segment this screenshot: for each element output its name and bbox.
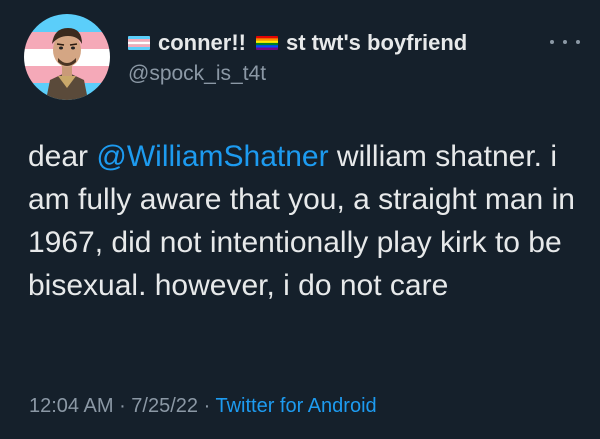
avatar[interactable] (24, 14, 110, 100)
tweet-header: conner!! st twt's boyfriend @spock_is_t4… (128, 28, 548, 88)
transgender-flag-icon (128, 36, 150, 50)
tweet-meta: 12:04 AM · 7/25/22 · Twitter for Android (29, 395, 377, 418)
display-name-suffix: st twt's boyfriend (286, 30, 468, 55)
name-row[interactable]: conner!! st twt's boyfriend (128, 28, 548, 58)
user-handle[interactable]: @spock_is_t4t (128, 60, 548, 88)
more-dot (576, 40, 580, 44)
more-dot (563, 40, 567, 44)
tweet-text-start: dear (28, 140, 97, 173)
tweet-source-link[interactable]: Twitter for Android (215, 395, 376, 417)
tweet-card: conner!! st twt's boyfriend @spock_is_t4… (0, 0, 600, 439)
tweet-date[interactable]: 7/25/22 (131, 395, 198, 417)
tweet-text: dear @WilliamShatner william shatner. i … (28, 135, 588, 307)
more-options-icon[interactable] (550, 36, 580, 48)
meta-separator: · (113, 395, 132, 417)
tweet-time[interactable]: 12:04 AM (29, 395, 114, 417)
meta-separator: · (198, 395, 216, 417)
rainbow-flag-icon (256, 36, 278, 50)
display-name: conner!! (158, 30, 246, 55)
mention-link[interactable]: @WilliamShatner (96, 140, 328, 173)
more-dot (550, 40, 554, 44)
